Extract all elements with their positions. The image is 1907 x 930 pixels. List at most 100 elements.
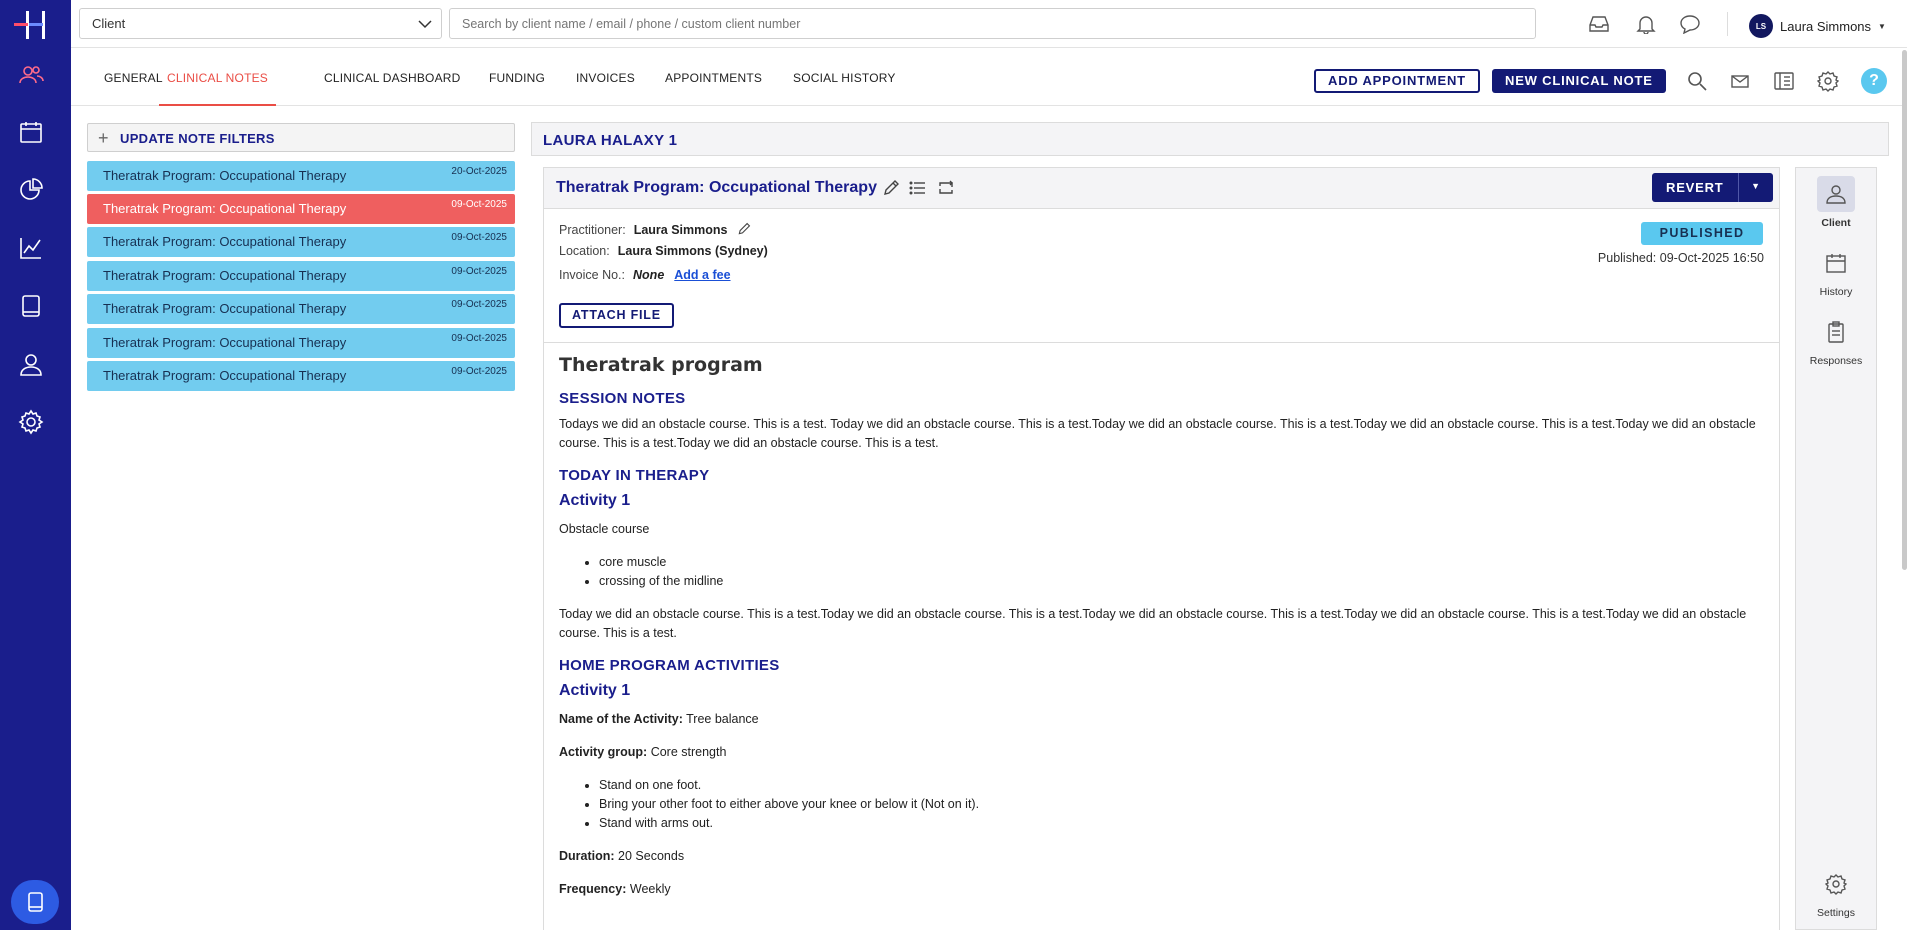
- caret-down-icon: ▼: [1878, 21, 1886, 31]
- note-title: Theratrak Program: Occupational Therapy: [103, 268, 347, 283]
- activity-bullets: core muscle crossing of the midline: [599, 553, 1769, 591]
- client-select[interactable]: Client: [79, 8, 442, 39]
- tab-appointments[interactable]: APPOINTMENTS: [665, 48, 762, 106]
- gear-icon[interactable]: [1817, 70, 1839, 92]
- field-value: Core strength: [650, 745, 727, 759]
- page-scrollbar[interactable]: [1902, 50, 1907, 570]
- attach-file-button[interactable]: ATTACH FILE: [559, 303, 674, 328]
- note-card-header: Theratrak Program: Occupational Therapy …: [544, 168, 1779, 209]
- calculator-icon[interactable]: [1773, 70, 1795, 92]
- user-icon[interactable]: [18, 351, 44, 377]
- field-value: Tree balance: [686, 712, 759, 726]
- book-icon[interactable]: [18, 293, 44, 319]
- home-bullets: Stand on one foot. Bring your other foot…: [599, 776, 1769, 833]
- left-nav-rail: [0, 0, 71, 930]
- panel-history-label: History: [1819, 286, 1853, 298]
- note-date: 09-Oct-2025: [451, 366, 507, 377]
- list-item: crossing of the midline: [599, 572, 1769, 591]
- quick-notes-button[interactable]: [11, 880, 59, 924]
- user-menu[interactable]: LS Laura Simmons ▼: [1749, 14, 1886, 38]
- published-date: Published: 09-Oct-2025 16:50: [1597, 251, 1764, 265]
- line-chart-icon[interactable]: [18, 235, 44, 261]
- home-program-heading: HOME PROGRAM ACTIVITIES: [559, 657, 780, 674]
- bell-icon[interactable]: [1635, 14, 1657, 34]
- tab-general[interactable]: GENERAL: [104, 48, 163, 106]
- note-list-item-active[interactable]: Theratrak Program: Occupational Therapy …: [87, 194, 515, 224]
- edit-practitioner-icon[interactable]: [737, 222, 751, 236]
- status-badge: PUBLISHED: [1641, 222, 1763, 245]
- list-item: Stand with arms out.: [599, 814, 1769, 833]
- note-date: 09-Oct-2025: [451, 333, 507, 344]
- location-row: Location: Laura Simmons (Sydney): [559, 244, 768, 258]
- practitioner-value: Laura Simmons: [633, 223, 728, 237]
- revert-dropdown-icon[interactable]: ▼: [1739, 173, 1773, 202]
- client-name: LAURA HALAXY 1: [543, 132, 678, 149]
- top-bar: Client LS Laura Simmons ▼: [71, 0, 1907, 48]
- panel-settings[interactable]: Settings: [1796, 866, 1876, 919]
- client-select-value: Client: [92, 16, 126, 31]
- client-search-input[interactable]: [449, 8, 1536, 39]
- list-item: core muscle: [599, 553, 1769, 572]
- panel-client[interactable]: Client: [1796, 176, 1876, 229]
- tab-invoices[interactable]: INVOICES: [576, 48, 635, 106]
- app-logo[interactable]: [12, 8, 52, 42]
- inbox-icon[interactable]: [1588, 14, 1610, 34]
- note-list-item[interactable]: Theratrak Program: Occupational Therapy …: [87, 294, 515, 324]
- note-list-item[interactable]: Theratrak Program: Occupational Therapy …: [87, 227, 515, 257]
- activity-heading: Activity 1: [559, 492, 631, 509]
- new-clinical-note-button[interactable]: NEW CLINICAL NOTE: [1492, 69, 1666, 93]
- note-title: Theratrak Program: Occupational Therapy: [103, 301, 347, 316]
- search-icon[interactable]: [1686, 70, 1708, 92]
- tab-social-history[interactable]: SOCIAL HISTORY: [793, 48, 896, 106]
- right-side-panel: Client History Responses Settings: [1795, 167, 1877, 930]
- panel-responses-label: Responses: [1809, 355, 1863, 367]
- panel-settings-label: Settings: [1817, 907, 1855, 919]
- repeat-icon[interactable]: [937, 179, 955, 197]
- divider: [544, 342, 1779, 343]
- client-header: LAURA HALAXY 1: [531, 122, 1889, 156]
- tab-clinical-notes[interactable]: CLINICAL NOTES: [159, 48, 276, 106]
- update-note-filters-button[interactable]: + UPDATE NOTE FILTERS: [87, 123, 515, 152]
- note-list-item[interactable]: Theratrak Program: Occupational Therapy …: [87, 361, 515, 391]
- panel-history[interactable]: History: [1796, 245, 1876, 298]
- topbar-divider: [1727, 12, 1728, 36]
- note-date: 09-Oct-2025: [451, 199, 507, 210]
- clients-icon[interactable]: [18, 62, 44, 88]
- revert-button[interactable]: REVERT: [1652, 173, 1739, 202]
- user-icon: [1817, 176, 1855, 212]
- pie-chart-icon[interactable]: [18, 177, 44, 203]
- tab-funding[interactable]: FUNDING: [489, 48, 545, 106]
- panel-responses[interactable]: Responses: [1796, 314, 1876, 367]
- duration-row: Duration: 20 Seconds: [559, 847, 1769, 866]
- note-body: Theratrak program SESSION NOTES Todays w…: [559, 354, 1769, 913]
- note-list-item[interactable]: Theratrak Program: Occupational Therapy …: [87, 261, 515, 291]
- plus-icon: +: [98, 128, 109, 148]
- note-list-item[interactable]: Theratrak Program: Occupational Therapy …: [87, 328, 515, 358]
- session-notes-text: Todays we did an obstacle course. This i…: [559, 417, 1756, 450]
- note-date: 09-Oct-2025: [451, 266, 507, 277]
- today-in-therapy-heading: TODAY IN THERAPY: [559, 467, 710, 484]
- calendar-icon[interactable]: [18, 119, 44, 145]
- chevron-down-icon: [418, 20, 432, 29]
- note-title: Theratrak Program: Occupational Therapy: [103, 168, 347, 183]
- note-card-title: Theratrak Program: Occupational Therapy: [556, 179, 877, 196]
- field-label: Frequency:: [559, 882, 627, 896]
- add-fee-link[interactable]: Add a fee: [674, 268, 730, 282]
- list-icon[interactable]: [909, 179, 927, 197]
- help-button[interactable]: ?: [1861, 68, 1887, 94]
- user-name: Laura Simmons: [1780, 18, 1872, 34]
- chat-icon[interactable]: [1679, 14, 1701, 34]
- invoice-value: None: [633, 268, 665, 282]
- note-title: Theratrak Program: Occupational Therapy: [103, 335, 347, 350]
- field-label: Activity group:: [559, 745, 648, 759]
- settings-gear-icon[interactable]: [18, 409, 44, 435]
- pencil-icon[interactable]: [882, 179, 900, 197]
- note-heading: Theratrak program: [559, 354, 763, 376]
- note-title: Theratrak Program: Occupational Therapy: [103, 234, 347, 249]
- note-list-item[interactable]: Theratrak Program: Occupational Therapy …: [87, 161, 515, 191]
- add-appointment-button[interactable]: ADD APPOINTMENT: [1314, 69, 1480, 93]
- mail-icon[interactable]: [1729, 70, 1751, 92]
- note-date: 09-Oct-2025: [451, 299, 507, 310]
- avatar: LS: [1749, 14, 1773, 38]
- tab-clinical-dashboard[interactable]: CLINICAL DASHBOARD: [324, 48, 461, 106]
